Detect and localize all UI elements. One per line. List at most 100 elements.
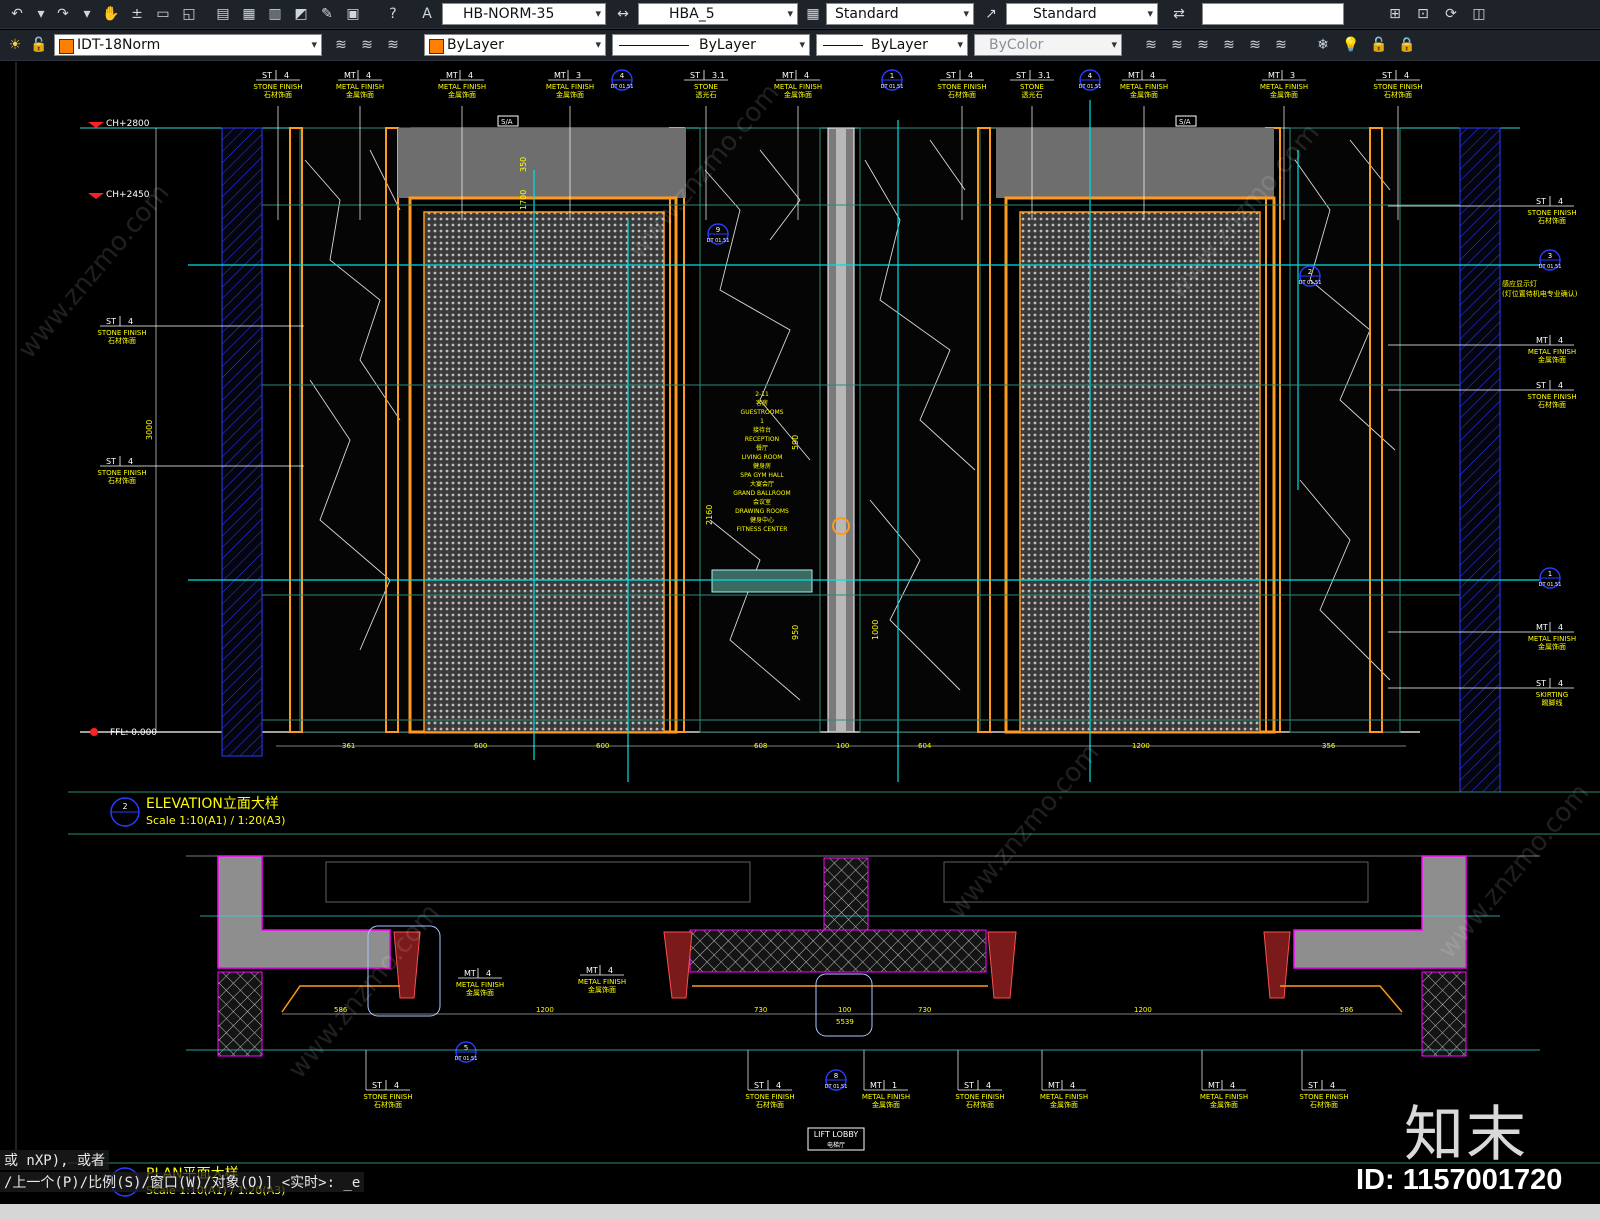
layer-select[interactable]: IDT-18Norm ▾ <box>54 34 322 56</box>
layout-icon[interactable]: ◫ <box>1468 3 1490 25</box>
elevation-title-block: 2 ELEVATION立面大样 Scale 1:10(A1) / 1:20(A3… <box>68 791 1600 835</box>
directory-line: 1 <box>760 418 764 425</box>
workspace-icon[interactable]: ⊞ <box>1384 3 1406 25</box>
elevation-scale: Scale 1:10(A1) / 1:20(A3) <box>146 814 285 827</box>
material-tag: MT 4 METAL FINISH金属饰面 <box>456 968 504 997</box>
sheet-set-icon[interactable]: ◩ <box>290 3 312 25</box>
layer-lock-all-icon[interactable]: 🔒 <box>1396 34 1418 56</box>
zoom-realtime-icon[interactable]: ± <box>126 3 148 25</box>
tag-number: 4 <box>394 1081 399 1090</box>
directory-line: 2-11 <box>755 391 769 398</box>
viewport-icon[interactable]: ⊡ <box>1412 3 1434 25</box>
layer-state-icon[interactable]: ⇄ <box>1168 3 1190 25</box>
svg-text:3000: 3000 <box>145 420 154 440</box>
plotstyle-select: ByColor ▾ <box>974 34 1122 56</box>
tag-code: MT <box>464 969 476 978</box>
site-watermark: www.znzmo.com <box>12 178 175 364</box>
layer-iso-icon[interactable]: ≋ <box>1140 34 1162 56</box>
tag-label-cn: 金属饰面 <box>1210 1100 1238 1109</box>
refresh-icon[interactable]: ⟳ <box>1440 3 1462 25</box>
layer-freeze-icon[interactable]: ≋ <box>1218 34 1240 56</box>
undo-dropdown-icon[interactable]: ▾ <box>30 3 52 25</box>
table-style-icon[interactable]: ▦ <box>802 3 824 25</box>
tag-code: ST <box>106 317 116 326</box>
pan-icon[interactable]: ✋ <box>100 3 122 25</box>
multileader-style-icon[interactable]: ↗ <box>980 3 1002 25</box>
svg-text:600: 600 <box>596 742 609 750</box>
make-current-icon[interactable]: ≋ <box>330 34 352 56</box>
lift-lobby-label: LIFT LOBBY 电梯厅 <box>807 1127 865 1151</box>
help-icon[interactable]: ? <box>382 3 404 25</box>
tag-number: 4 <box>1330 1081 1335 1090</box>
redo-dropdown-icon[interactable]: ▾ <box>76 3 98 25</box>
redo-icon[interactable]: ↷ <box>52 3 74 25</box>
svg-text:感应显示灯: 感应显示灯 <box>1502 279 1537 288</box>
drawing-canvas[interactable]: CH+2800 CH+2450 FFL: 0.000 3000 350 1700… <box>0 62 1600 1210</box>
tag-code: MT <box>344 71 356 80</box>
svg-text:100: 100 <box>836 742 849 750</box>
layer-lock-icon[interactable]: 🔓 <box>28 34 50 56</box>
tag-code: MT <box>586 966 598 975</box>
layer-uniso-icon[interactable]: ≋ <box>1166 34 1188 56</box>
tag-label-cn: 金属饰面 <box>346 90 374 99</box>
level-ffl: FFL: 0.000 <box>110 728 157 738</box>
linetype-select[interactable]: ByLayer ▾ <box>612 34 810 56</box>
svg-text:350: 350 <box>519 157 528 172</box>
search-input[interactable] <box>1202 3 1344 25</box>
tag-label-cn: 石材饰面 <box>966 1100 994 1109</box>
svg-text:DT 01.51: DT 01.51 <box>1539 264 1562 270</box>
layer-walk-icon[interactable]: ≋ <box>1244 34 1266 56</box>
design-center-icon[interactable]: ▦ <box>238 3 260 25</box>
material-tag: ST 4 STONE FINISH石材饰面 <box>97 456 304 485</box>
tag-number: 4 <box>1558 679 1563 688</box>
table-style-select[interactable]: Standard ▾ <box>826 3 974 25</box>
dim-style-select[interactable]: HBA_5 ▾ <box>638 3 798 25</box>
dim-style-icon[interactable]: ↔ <box>612 3 634 25</box>
lineweight-select[interactable]: ByLayer ▾ <box>816 34 968 56</box>
plan-side-material-tags: MT 4METAL FINISH金属饰面MT 4METAL FINISH金属饰面 <box>456 965 626 997</box>
detail-callout-bubble: 4 DT 01.51 <box>1079 69 1101 91</box>
command-prompt[interactable]: /上一个(P)/比例(S)/窗口(W)/对象(O)] <实时>: _e <box>0 1172 365 1192</box>
text-style-select[interactable]: HB-NORM-35 ▾ <box>442 3 606 25</box>
multileader-style-select[interactable]: Standard ▾ <box>1006 3 1158 25</box>
directory-line: FITNESS CENTER <box>737 526 788 533</box>
tag-label: SKIRTING <box>1536 691 1568 699</box>
layer-merge-icon[interactable]: ≋ <box>1270 34 1292 56</box>
tag-code: ST <box>754 1081 764 1090</box>
undo-icon[interactable]: ↶ <box>6 3 28 25</box>
quickcalc-icon[interactable]: ▣ <box>342 3 364 25</box>
directory-line: 健身中心 <box>750 516 774 524</box>
layer-on-all-icon[interactable]: 💡 <box>1340 34 1362 56</box>
svg-text:1: 1 <box>1548 570 1552 578</box>
tag-number: 4 <box>1558 336 1563 345</box>
layer-previous-icon[interactable]: ≋ <box>382 34 404 56</box>
tag-label: STONE FINISH <box>1373 83 1422 91</box>
tag-number: 3 <box>1290 71 1295 80</box>
tag-code: ST <box>946 71 956 80</box>
zoom-previous-icon[interactable]: ◱ <box>178 3 200 25</box>
zoom-window-icon[interactable]: ▭ <box>152 3 174 25</box>
tag-label-cn: 踢脚线 <box>1542 698 1563 707</box>
markup-icon[interactable]: ✎ <box>316 3 338 25</box>
directory-line: SPA GYM HALL <box>740 472 784 479</box>
svg-text:(灯位置待机电专业确认): (灯位置待机电专业确认) <box>1502 289 1578 298</box>
left-material-tags: ST 4STONE FINISH石材饰面ST 4STONE FINISH石材饰面 <box>97 316 304 485</box>
layer-off-icon[interactable]: ≋ <box>1192 34 1214 56</box>
svg-text:356: 356 <box>1322 742 1336 750</box>
svg-text:DT 01.51: DT 01.51 <box>1539 582 1562 588</box>
text-style-icon[interactable]: A <box>416 3 438 25</box>
tag-label-cn: 石材饰面 <box>948 90 976 99</box>
layer-thaw-icon[interactable]: ❄ <box>1312 34 1334 56</box>
tag-label: STONE <box>1020 83 1044 91</box>
properties-icon[interactable]: ▤ <box>212 3 234 25</box>
tag-number: 1 <box>892 1081 897 1090</box>
elevation-drawing <box>80 100 1540 793</box>
detail-callout-bubble: 3 DT 01.51 <box>1539 249 1562 271</box>
tool-palettes-icon[interactable]: ▥ <box>264 3 286 25</box>
layer-unlock-icon[interactable]: 🔓 <box>1368 34 1390 56</box>
layer-on-icon[interactable]: ☀ <box>4 34 26 56</box>
material-tag: MT 4 METAL FINISH金属饰面 <box>1040 1050 1088 1109</box>
color-select[interactable]: ByLayer ▾ <box>424 34 606 56</box>
svg-text:S/A: S/A <box>1179 118 1191 126</box>
layer-match-icon[interactable]: ≋ <box>356 34 378 56</box>
